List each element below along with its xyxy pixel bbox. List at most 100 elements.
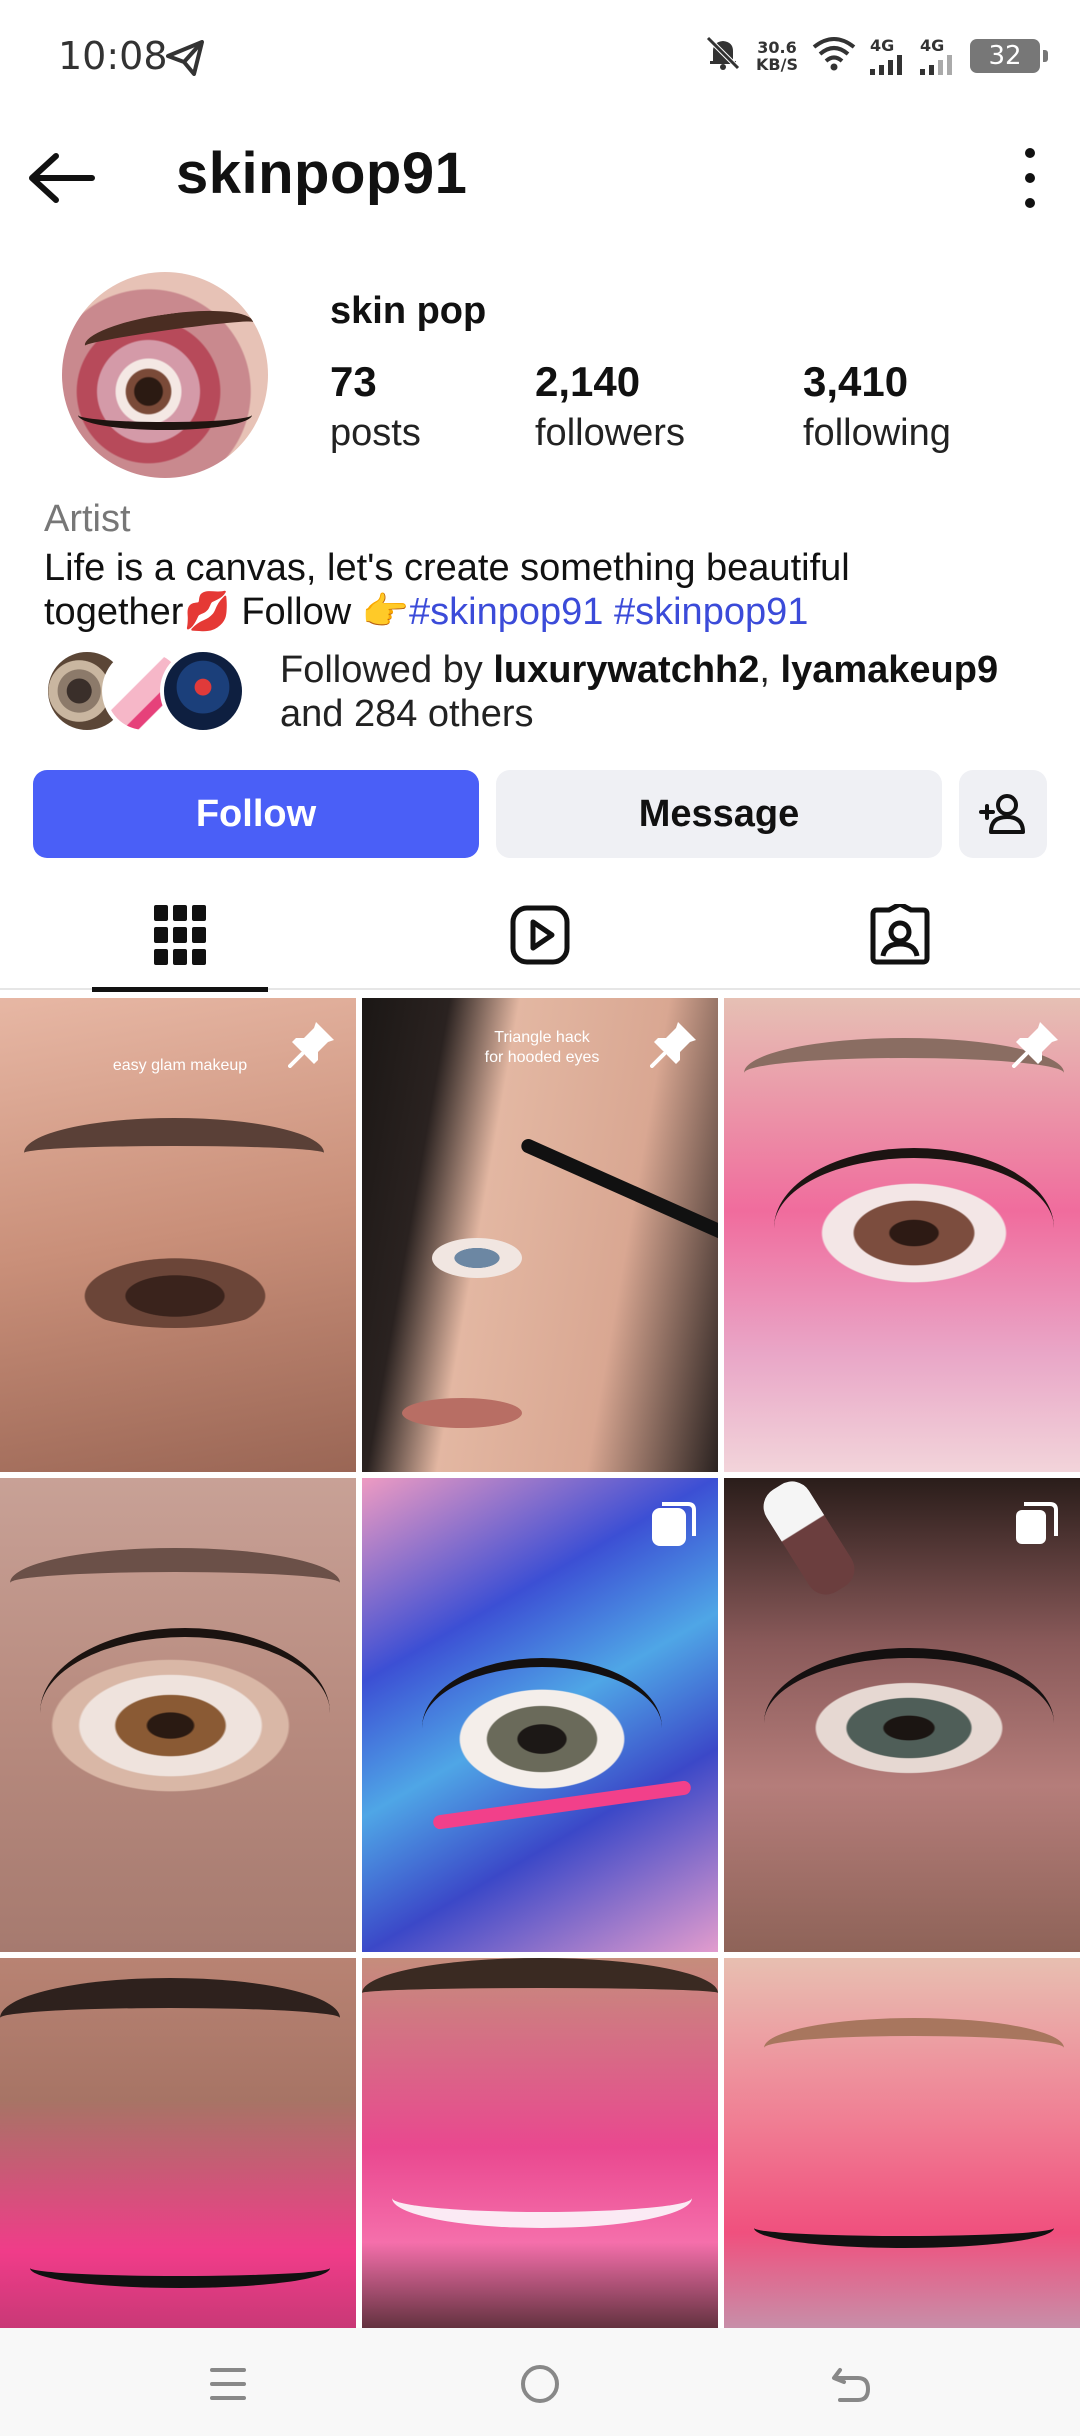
post-eye — [764, 1648, 1054, 1798]
stat-posts-label: posts — [330, 412, 421, 454]
menu-lines-icon — [210, 2368, 246, 2400]
signal-1: 4G — [870, 36, 906, 75]
post-lips — [402, 1398, 522, 1428]
pin-icon — [288, 1020, 336, 1068]
followed-user-link[interactable]: luxurywatchh2 — [493, 649, 759, 691]
page-title-username: skinpop91 — [176, 141, 468, 206]
post-caption-line1: Triangle hack — [494, 1029, 590, 1046]
bio-line2-prefix: together — [44, 591, 184, 633]
follower-avatar-legacy — [160, 648, 246, 734]
stat-followers-value: 2,140 — [535, 358, 641, 405]
more-dot-icon — [1025, 173, 1035, 183]
post-eye — [432, 1238, 522, 1278]
status-icons: 30.6 KB/S 4G 4G 32 — [704, 34, 1048, 77]
profile-avatar[interactable] — [62, 272, 268, 478]
bio-follow-text: Follow — [230, 591, 362, 633]
signal-2-label: 4G — [920, 36, 945, 55]
reels-icon — [510, 905, 570, 965]
stat-followers-label: followers — [535, 412, 685, 454]
stat-followers[interactable]: 2,140 followers — [535, 358, 685, 455]
avatar-brow — [82, 302, 256, 366]
post-brow — [764, 2018, 1064, 2078]
pin-icon — [650, 1020, 698, 1068]
grid-icon — [154, 905, 206, 965]
wifi-icon — [812, 35, 856, 76]
post-thumbnail[interactable] — [362, 1478, 718, 1952]
message-button[interactable]: Message — [496, 770, 942, 858]
followed-separator: , — [759, 649, 781, 691]
post-brow — [24, 1118, 324, 1188]
tab-tagged[interactable] — [720, 880, 1080, 990]
stat-following-label: following — [803, 412, 951, 454]
more-options-button[interactable] — [1020, 148, 1040, 208]
stat-posts[interactable]: 73 posts — [330, 358, 421, 455]
post-liner — [392, 2168, 692, 2228]
post-lash — [754, 2208, 1054, 2248]
followed-by-others[interactable]: and 284 others — [280, 693, 534, 735]
post-caption: easy glam makeup — [112, 1057, 248, 1074]
post-brush — [519, 1136, 718, 1244]
display-name: skin pop — [330, 290, 487, 332]
followed-by-text[interactable]: Followed by luxurywatchh2, lyamakeup9 an… — [280, 648, 1060, 736]
post-lash — [30, 2248, 330, 2288]
suggest-user-button[interactable] — [959, 770, 1047, 858]
post-thumbnail[interactable] — [0, 1478, 356, 1952]
pin-icon — [1012, 1020, 1060, 1068]
system-navigation-bar — [0, 2328, 1080, 2436]
post-eye — [40, 1628, 330, 1798]
home-button[interactable] — [510, 2356, 570, 2412]
profile-tabs — [0, 880, 1080, 992]
signal-1-label: 4G — [870, 36, 895, 55]
hashtag-link[interactable]: #skinpop91 — [614, 591, 808, 633]
followed-by-avatars[interactable] — [44, 648, 264, 734]
signal-2: 4G — [920, 36, 956, 75]
tab-reels[interactable] — [360, 880, 720, 990]
avatar-lash — [78, 400, 252, 430]
signal-bars-weak-icon — [920, 55, 952, 75]
lips-emoji: 💋 — [183, 591, 231, 633]
post-eye — [60, 1248, 290, 1328]
stat-following[interactable]: 3,410 following — [803, 358, 951, 455]
post-caption: Triangle hack for hooded eyes — [462, 1028, 622, 1068]
profile-header: skinpop91 — [0, 130, 1080, 225]
post-thumbnail[interactable]: easy glam makeup — [0, 998, 356, 1472]
posts-grid: easy glam makeup Triangle hack for hoode… — [0, 998, 1080, 2328]
post-thumbnail[interactable]: Triangle hack for hooded eyes — [362, 998, 718, 1472]
post-thumbnail[interactable] — [724, 1958, 1080, 2328]
signal-bars-icon — [870, 55, 902, 75]
hashtag-link[interactable]: #skinpop91 — [409, 591, 603, 633]
followed-user-link[interactable]: lyamakeup9 — [781, 649, 999, 691]
followed-by-prefix: Followed by — [280, 649, 494, 691]
back-nav-icon — [832, 2368, 871, 2402]
post-thumbnail[interactable] — [724, 1478, 1080, 1952]
post-eye — [774, 1148, 1054, 1308]
status-bar: 10:08 30.6 KB/S 4G 4G 32 — [0, 0, 1080, 115]
telegram-send-icon — [166, 40, 206, 81]
recent-apps-button[interactable] — [198, 2356, 258, 2412]
status-time: 10:08 — [58, 34, 168, 78]
profile-bio: Life is a canvas, let's create something… — [44, 546, 1044, 634]
post-thumbnail[interactable] — [0, 1958, 356, 2328]
network-speed-unit: KB/S — [756, 54, 798, 74]
post-thumbnail[interactable] — [724, 998, 1080, 1472]
post-brow — [0, 1978, 340, 2058]
network-speed: 30.6 KB/S — [756, 39, 798, 73]
mute-bell-icon — [704, 34, 742, 77]
network-speed-value: 30.6 — [757, 37, 797, 57]
post-applicator — [756, 1478, 862, 1603]
tagged-icon — [870, 904, 930, 965]
multi-post-icon — [1012, 1500, 1060, 1548]
more-dot-icon — [1025, 148, 1035, 158]
back-arrow-icon — [29, 153, 95, 203]
back-button[interactable] — [26, 150, 100, 206]
post-thumbnail[interactable] — [362, 1958, 718, 2328]
bio-line1: Life is a canvas, let's create something… — [44, 547, 850, 589]
post-brow — [10, 1548, 340, 1618]
stat-following-value: 3,410 — [803, 358, 909, 405]
more-dot-icon — [1025, 198, 1035, 208]
add-person-icon — [979, 794, 1025, 834]
profile-category: Artist — [44, 498, 131, 540]
tab-posts-grid[interactable] — [0, 880, 360, 992]
back-nav-button[interactable] — [822, 2356, 882, 2412]
follow-button[interactable]: Follow — [33, 770, 479, 858]
